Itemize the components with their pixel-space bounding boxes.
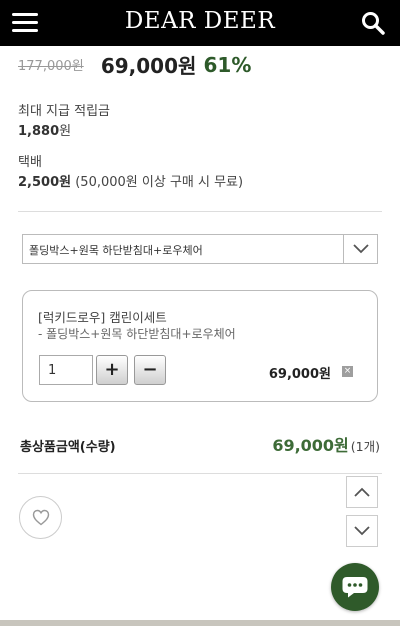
chevron-down-icon[interactable] [343,235,377,263]
original-price: 177,000원 [18,59,84,74]
heart-icon [32,509,49,526]
points-unit: 원 [59,124,72,139]
shipping-value: 2,500원 (50,000원 이상 구매 시 무료) [18,171,243,190]
scroll-down-button[interactable] [346,515,378,547]
quantity-minus-button[interactable]: − [134,355,166,385]
chat-bubble-icon [342,577,368,598]
divider [18,211,382,212]
site-logo[interactable]: DEAR DEER [0,8,400,34]
total-label: 총상품금액(수량) [20,440,116,455]
option-title: [럭키드로우] 캠린이세트 [38,310,167,325]
points-amount: 1,880 [18,124,60,139]
option-price: 69,000원 [268,367,331,382]
wishlist-button[interactable] [19,496,62,539]
total-price: 69,000원 (1개) [272,432,380,456]
chevron-down-icon [354,526,370,536]
top-bar: DEAR DEER [0,0,400,46]
shipping-fee: 2,500원 [18,175,72,190]
total-count: (1개) [350,439,380,454]
option-select[interactable]: 폴딩박스+원목 하단받침대+로우체어 [22,234,378,264]
scroll-up-button[interactable] [346,476,378,508]
shipping-label: 택배 [18,155,42,170]
search-icon[interactable] [360,10,386,36]
quantity-input[interactable] [39,355,93,385]
selected-option-card: [럭키드로우] 캠린이세트 - 폴딩박스+원목 하단받침대+로우체어 + − 6… [22,290,378,402]
remove-option-icon[interactable]: × [342,366,353,377]
quantity-plus-button[interactable]: + [96,355,128,385]
divider [18,473,382,474]
chat-button[interactable] [331,563,379,611]
discount-rate: 61% [203,52,252,77]
option-select-value: 폴딩박스+원목 하단받침대+로우체어 [29,244,203,257]
points-label: 최대 지급 적립금 [18,104,110,119]
total-amount: 69,000원 [272,436,349,455]
option-subtitle: - 폴딩박스+원목 하단받침대+로우체어 [38,327,236,341]
points-value: 1,880원 [18,120,71,139]
bottom-strip [0,620,400,626]
chevron-up-icon [354,487,370,497]
price-row: 177,000원 69,000원 61% [18,50,251,80]
shipping-note: (50,000원 이상 구매 시 무료) [75,175,244,190]
sale-price: 69,000원 [100,54,197,78]
